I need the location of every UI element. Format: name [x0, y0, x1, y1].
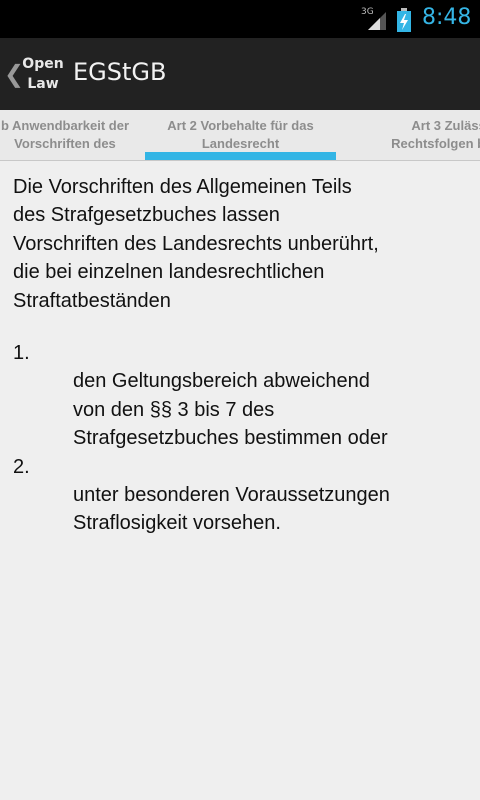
tab-next-article[interactable]: Art 3 Zulässige Rechtsfolgen bei Stra: [338, 110, 480, 160]
list-item-text: unter besonderen Voraussetzungen Straflo…: [73, 484, 390, 535]
tab-label-line1: b Anwendbarkeit der: [0, 118, 130, 133]
page-title: EGStGB: [73, 58, 167, 86]
active-tab-indicator: [145, 152, 336, 160]
tab-label-line1: Art 3 Zulässige: [411, 118, 480, 133]
app-logo: Open Law: [20, 54, 66, 94]
battery-charging-icon: [397, 8, 411, 32]
list-item-number: 2.: [13, 455, 30, 478]
action-bar: ❮ Open Law EGStGB: [0, 38, 480, 110]
list-item-number: 1.: [13, 342, 30, 365]
tab-label-line2: Landesrecht: [201, 136, 280, 151]
article-body: Die Vorschriften des Allgemeinen Teils d…: [13, 173, 468, 538]
tab-label-line1: Art 2 Vorbehalte für das: [167, 118, 314, 133]
tab-label-line2: Vorschriften des: [14, 136, 116, 151]
up-navigation-button[interactable]: ❮ Open Law: [0, 38, 70, 110]
article-intro: Die Vorschriften des Allgemeinen Teils d…: [13, 176, 379, 312]
clock: 8:48: [422, 5, 472, 30]
list-item: 1. den Geltungsbereich abweichend von de…: [13, 339, 468, 453]
signal-icon: [368, 12, 386, 30]
list-item: 2. unter besonderen Voraussetzungen Stra…: [13, 453, 468, 538]
app-name-line2: Law: [27, 76, 59, 92]
app-name-line1: Open: [22, 56, 64, 72]
list-item-text: den Geltungsbereich abweichend von den §…: [73, 370, 388, 450]
tab-label-line2: Rechtsfolgen bei Stra: [391, 136, 480, 151]
status-bar: 3G 8:48: [0, 0, 480, 38]
